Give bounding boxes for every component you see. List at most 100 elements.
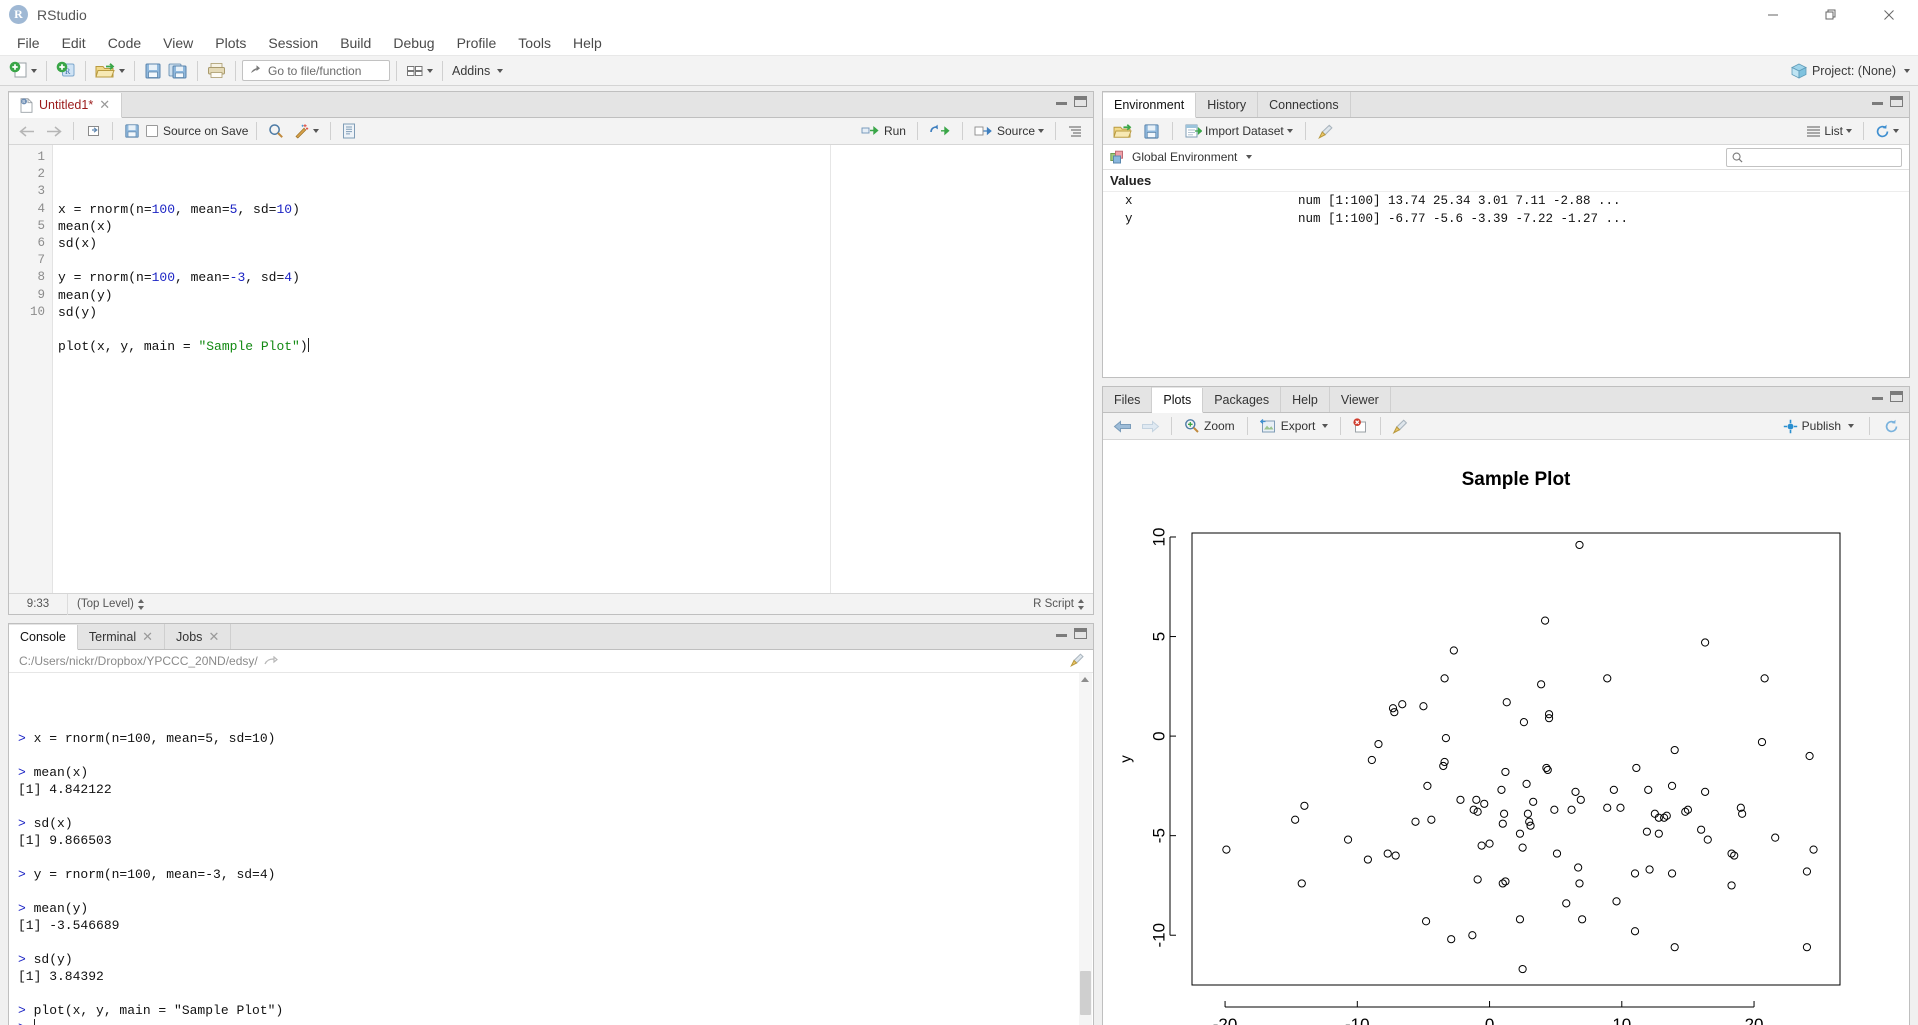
menu-help[interactable]: Help	[562, 32, 613, 54]
load-workspace-button[interactable]	[1110, 121, 1136, 142]
publish-button[interactable]: Publish	[1779, 416, 1858, 437]
source-on-save-checkbox[interactable]: Source on Save	[146, 124, 248, 138]
console-line: >	[18, 1019, 1093, 1025]
source-button[interactable]: Source	[971, 121, 1047, 142]
maximize-pane-icon[interactable]	[1074, 628, 1087, 639]
clear-objects-button[interactable]	[1315, 121, 1337, 142]
back-button[interactable]	[16, 121, 39, 142]
restore-button[interactable]	[1802, 0, 1860, 30]
maximize-pane-icon[interactable]	[1074, 96, 1087, 107]
refresh-environment-button[interactable]	[1872, 121, 1902, 142]
open-file-button[interactable]	[92, 59, 128, 83]
tab-connections[interactable]: Connections	[1258, 92, 1351, 117]
tab-plots[interactable]: Plots	[1152, 388, 1204, 413]
console-scrollbar[interactable]	[1079, 673, 1092, 1025]
menu-debug[interactable]: Debug	[382, 32, 445, 54]
rerun-button[interactable]	[926, 121, 954, 142]
minimize-pane-icon[interactable]	[1056, 97, 1067, 106]
minimize-button[interactable]	[1744, 0, 1802, 30]
remove-plot-button[interactable]	[1349, 416, 1372, 437]
tab-files[interactable]: Files	[1103, 387, 1153, 412]
tab-console[interactable]: Console	[9, 625, 78, 650]
close-icon[interactable]: ✕	[99, 97, 110, 113]
save-workspace-button[interactable]	[1140, 121, 1163, 142]
tab-terminal[interactable]: Terminal ✕	[77, 624, 166, 649]
addins-button[interactable]: Addins	[449, 59, 506, 83]
tab-jobs[interactable]: Jobs ✕	[165, 624, 232, 649]
open-in-explorer-icon[interactable]	[264, 655, 278, 667]
menu-view[interactable]: View	[152, 32, 204, 54]
console-input-text: mean(x)	[33, 765, 89, 780]
maximize-pane-icon[interactable]	[1890, 96, 1903, 107]
close-icon[interactable]: ✕	[208, 629, 219, 645]
find-replace-button[interactable]	[265, 121, 287, 142]
menu-build[interactable]: Build	[329, 32, 382, 54]
menu-plots[interactable]: Plots	[204, 32, 257, 54]
project-selector[interactable]: Project: (None)	[1791, 63, 1910, 79]
scrollbar-thumb[interactable]	[1080, 971, 1091, 1015]
plot-canvas[interactable]: Sample Plot-20-1001020x-10-50510y	[1103, 440, 1909, 1025]
working-directory-path[interactable]: C:/Users/nickr/Dropbox/YPCCC_20ND/edsy/	[19, 654, 258, 668]
refresh-plot-button[interactable]	[1881, 416, 1902, 437]
environment-pane-buttons	[1872, 96, 1903, 107]
new-project-button[interactable]: R	[53, 59, 79, 83]
console-prompt: >	[18, 731, 34, 746]
forward-button[interactable]	[42, 121, 65, 142]
environment-search-input[interactable]	[1726, 147, 1902, 167]
toolbar-divider	[1869, 417, 1870, 435]
code-content[interactable]: x = rnorm(n=100, mean=5, sd=10) mean(x) sd…	[53, 145, 1093, 593]
clear-console-icon[interactable]	[1070, 653, 1085, 670]
code-line: mean(y)	[58, 287, 113, 303]
compile-report-button[interactable]	[339, 121, 359, 142]
print-button[interactable]	[204, 59, 229, 83]
menu-tools[interactable]: Tools	[507, 32, 562, 54]
file-type-selector[interactable]: R Script	[1033, 598, 1085, 610]
previous-plot-button[interactable]	[1110, 416, 1135, 437]
import-dataset-button[interactable]: Import Dataset	[1182, 121, 1296, 142]
tab-packages[interactable]: Packages	[1203, 387, 1282, 412]
close-button[interactable]	[1860, 0, 1918, 30]
run-button[interactable]: Run	[858, 121, 909, 142]
workspace-panes-button[interactable]	[403, 59, 436, 83]
menu-bar: File Edit Code View Plots Session Build …	[0, 30, 1918, 56]
table-row[interactable]: y num [1:100] -6.77 -5.6 -3.39 -7.22 -1.…	[1103, 210, 1909, 228]
minimize-pane-icon[interactable]	[1056, 629, 1067, 638]
code-tools-button[interactable]	[290, 121, 322, 142]
menu-code[interactable]: Code	[97, 32, 152, 54]
chevron-down-icon	[1246, 155, 1253, 159]
menu-edit[interactable]: Edit	[51, 32, 97, 54]
menu-profile[interactable]: Profile	[446, 32, 508, 54]
export-plot-button[interactable]: Export	[1256, 416, 1333, 437]
tab-environment[interactable]: Environment	[1103, 93, 1197, 118]
tab-help[interactable]: Help	[1281, 387, 1330, 412]
scope-selector[interactable]: (Top Level)	[68, 598, 145, 610]
minimize-pane-icon[interactable]	[1872, 97, 1883, 106]
next-plot-button[interactable]	[1138, 416, 1163, 437]
tab-viewer[interactable]: Viewer	[1329, 387, 1391, 412]
view-mode-button[interactable]: List	[1803, 121, 1855, 142]
zoom-plot-button[interactable]: Zoom	[1180, 416, 1239, 437]
import-dataset-label: Import Dataset	[1205, 124, 1284, 138]
goto-file-function-input[interactable]: Go to file/function	[242, 60, 390, 81]
scroll-up-icon[interactable]	[1081, 677, 1089, 682]
source-tab-untitled1[interactable]: R Untitled1* ✕	[9, 93, 123, 118]
show-in-new-window-button[interactable]	[82, 121, 104, 142]
table-row[interactable]: x num [1:100] 13.74 25.34 3.01 7.11 -2.8…	[1103, 192, 1909, 210]
console-output[interactable]: > x = rnorm(n=100, mean=5, sd=10) > mean…	[9, 673, 1093, 1025]
menu-file[interactable]: File	[6, 32, 51, 54]
console-prompt: >	[18, 1003, 34, 1018]
save-button[interactable]	[141, 59, 165, 83]
global-environment-label[interactable]: Global Environment	[1132, 150, 1237, 164]
maximize-pane-icon[interactable]	[1890, 391, 1903, 402]
document-outline-button[interactable]	[1064, 121, 1086, 142]
minimize-pane-icon[interactable]	[1872, 392, 1883, 401]
menu-session[interactable]: Session	[257, 32, 329, 54]
save-all-button[interactable]	[165, 59, 191, 83]
new-file-button[interactable]	[6, 59, 40, 83]
code-editor[interactable]: 1 2 3 4 5 6 7 8 9 10 x = rnorm(n=100, mean=5, sd=…	[9, 145, 1093, 593]
view-mode-label: List	[1824, 124, 1843, 138]
clear-all-plots-button[interactable]	[1389, 416, 1412, 437]
tab-history[interactable]: History	[1196, 92, 1259, 117]
close-icon[interactable]: ✕	[142, 629, 153, 645]
save-source-button[interactable]	[121, 121, 143, 142]
